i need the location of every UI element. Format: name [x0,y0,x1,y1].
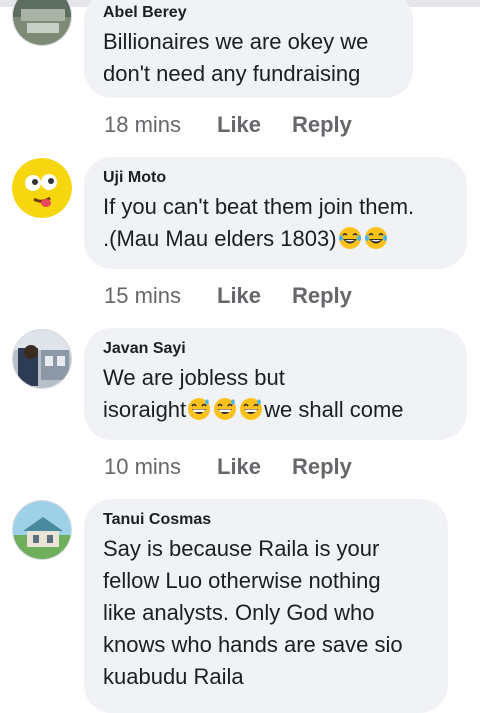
comment-bubble: Javan Sayi We are jobless but isoraight w… [84,328,467,440]
reply-button[interactable]: Reply [292,112,352,138]
comment-author[interactable]: Javan Sayi [103,338,449,360]
comment-text: Billionaires we are okey we don't need a… [103,29,369,86]
like-button[interactable]: Like [217,112,292,138]
comment-meta: 18 mins Like Reply [104,112,352,138]
avatar[interactable] [12,0,72,46]
grinning-sweat-emoji-icon [213,397,237,421]
avatar[interactable] [12,500,72,560]
comment-bubble: Uji Moto If you can't beat them join the… [84,157,467,269]
like-button[interactable]: Like [217,283,292,309]
reply-button[interactable]: Reply [292,454,352,480]
laughing-tears-emoji-icon [364,226,388,250]
comment-text: We are jobless but isoraight we shall com… [103,365,404,422]
like-button[interactable]: Like [217,454,292,480]
comment-author[interactable]: Uji Moto [103,167,449,189]
comment-author[interactable]: Tanui Cosmas [103,509,430,531]
comment-meta: 15 mins Like Reply [104,283,352,309]
grinning-sweat-emoji-icon [239,397,263,421]
comment-bubble: Tanui Cosmas Say is because Raila is you… [84,499,448,713]
comment-meta: 10 mins Like Reply [104,454,352,480]
avatar[interactable] [12,329,72,389]
laughing-tears-emoji-icon [338,226,362,250]
avatar[interactable] [12,158,72,218]
comment-bubble: Abel Berey Billionaires we are okey we d… [84,0,413,98]
comment-timestamp[interactable]: 10 mins [104,454,217,480]
comment-timestamp[interactable]: 18 mins [104,112,217,138]
grinning-sweat-emoji-icon [187,397,211,421]
reply-button[interactable]: Reply [292,283,352,309]
comment-author[interactable]: Abel Berey [103,2,395,24]
comment-text: If you can't beat them join them. .(Mau … [103,194,415,251]
comment-timestamp[interactable]: 15 mins [104,283,217,309]
comment-text: Say is because Raila is your fellow Luo … [103,536,403,689]
